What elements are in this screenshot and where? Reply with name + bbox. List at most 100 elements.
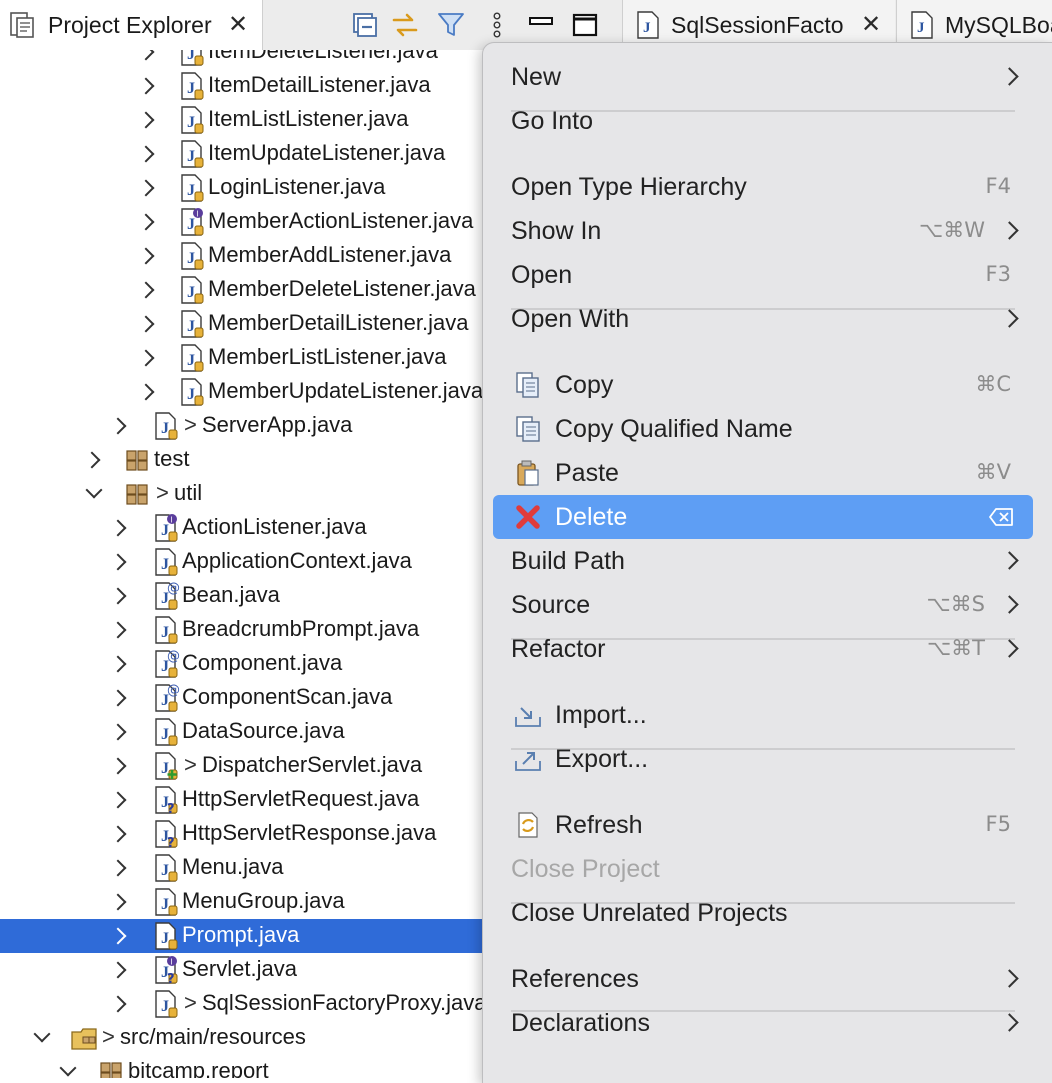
tree-item-label: DispatcherServlet.java [202,752,423,777]
submenu-arrow-icon [1000,595,1019,614]
chevron-right-icon[interactable] [109,995,127,1013]
chevron-right-icon[interactable] [137,77,155,95]
chevron-right-icon[interactable] [109,893,127,911]
close-icon[interactable]: ✕ [228,13,248,37]
menu-item-refactor[interactable]: Refactor ⌥⌘T [483,627,1052,671]
chevron-right-icon[interactable] [109,587,127,605]
chevron-right-icon[interactable] [137,213,155,231]
link-with-editor-icon[interactable] [390,10,420,40]
menu-item-show-in[interactable]: Show In ⌥⌘W [483,209,1052,253]
chevron-right-icon[interactable] [109,927,127,945]
submenu-arrow-icon [1000,969,1019,988]
tree-item-label: HttpServletRequest.java [182,786,420,811]
copy-icon [516,372,539,398]
delete-icon [516,505,540,529]
chevron-right-icon[interactable] [137,281,155,299]
menu-item-open-type-hierarchy[interactable]: Open Type Hierarchy F4 [483,165,1052,209]
menu-item-label: Open Type Hierarchy [511,173,747,201]
java-file-icon: J [155,854,178,882]
chevron-right-icon[interactable] [137,247,155,265]
svg-text:J: J [187,216,195,233]
chevron-right-icon[interactable] [137,349,155,367]
menu-item-open-with[interactable]: Open With [483,297,1052,341]
java-file-icon: J [181,378,204,406]
svg-text:J: J [187,182,195,199]
menu-item-source[interactable]: Source ⌥⌘S [483,583,1052,627]
maximize-icon[interactable] [570,10,600,40]
paste-icon [517,460,539,486]
tree-item-label: DataSource.java [182,718,345,743]
menu-item-close-unrelated-projects[interactable]: Close Unrelated Projects [483,891,1052,935]
chevron-right-icon[interactable] [109,621,127,639]
chevron-right-icon[interactable] [137,111,155,129]
chevron-right-icon[interactable] [109,689,127,707]
chevron-down-icon[interactable] [33,1025,51,1043]
menu-item-export[interactable]: Export... [483,737,1052,781]
java-file-icon: J [181,140,204,168]
menu-item-new[interactable]: New [483,55,1052,99]
chevron-down-icon[interactable] [59,1059,77,1077]
menu-item-label: References [511,965,639,993]
chevron-right-icon[interactable] [83,451,101,469]
chevron-right-icon[interactable] [109,417,127,435]
chevron-right-icon[interactable] [109,961,127,979]
svg-text:J: J [917,20,925,36]
menu-item-label: Close Unrelated Projects [511,899,788,927]
menu-item-label: Copy Qualified Name [555,415,793,443]
filter-icon[interactable] [436,10,466,40]
view-menu-icon[interactable] [482,10,512,40]
project-explorer-tab[interactable]: Project Explorer ✕ [0,0,263,50]
svg-text:J: J [187,80,195,97]
java-file-icon: J [155,922,178,950]
chevron-right-icon[interactable] [109,519,127,537]
menu-item-refresh[interactable]: Refresh F5 [483,803,1052,847]
chevron-right-icon[interactable] [137,50,155,61]
svg-text:?: ? [167,836,175,849]
tree-item-label: ItemListListener.java [208,106,409,131]
chevron-right-icon[interactable] [109,655,127,673]
tree-item-label: SqlSessionFactoryProxy.java [202,990,487,1015]
chevron-right-icon[interactable] [137,383,155,401]
java-file-icon: J [155,616,178,644]
menu-item-copy[interactable]: Copy ⌘C [483,363,1052,407]
delete-key-icon [989,508,1013,526]
menu-item-import[interactable]: Import... [483,693,1052,737]
menu-item-copy-qualified-name[interactable]: Copy Qualified Name [483,407,1052,451]
tree-item-label: MemberActionListener.java [208,208,474,233]
menu-item-references[interactable]: References [483,957,1052,1001]
chevron-down-icon[interactable] [85,481,103,499]
tree-item-label: LoginListener.java [208,174,386,199]
java-file-icon: J [181,174,204,202]
chevron-right-icon[interactable] [137,315,155,333]
minimize-icon[interactable] [526,10,556,40]
submenu-arrow-icon [1000,67,1019,86]
java-file-icon: J [181,310,204,338]
svg-text:J: J [643,20,651,36]
editor-tab-label: SqlSessionFacto [671,12,844,38]
chevron-right-icon[interactable] [109,791,127,809]
chevron-right-icon[interactable] [109,757,127,775]
menu-item-delete[interactable]: Delete [483,495,1052,539]
tree-item-label: ActionListener.java [182,514,367,539]
menu-item-label: Build Path [511,547,625,575]
close-icon[interactable]: ✕ [861,13,881,37]
menu-item-label: Import... [555,701,647,729]
outgoing-change-marker: > [156,480,169,505]
menu-item-paste[interactable]: Paste ⌘V [483,451,1052,495]
chevron-right-icon[interactable] [137,145,155,163]
chevron-right-icon[interactable] [109,723,127,741]
collapse-all-icon[interactable] [350,10,380,40]
menu-item-build-path[interactable]: Build Path [483,539,1052,583]
export-icon [515,752,541,771]
tree-item-label: ServerApp.java [202,412,353,437]
chevron-right-icon[interactable] [109,825,127,843]
menu-item-go-into[interactable]: Go Into [483,99,1052,143]
menu-item-declarations[interactable]: Declarations [483,1001,1052,1045]
tree-item-label: Servlet.java [182,956,297,981]
chevron-right-icon[interactable] [137,179,155,197]
menu-item-open[interactable]: Open F3 [483,253,1052,297]
java-file-unknown-icon: J? [155,786,178,815]
chevron-right-icon[interactable] [109,553,127,571]
chevron-right-icon[interactable] [109,859,127,877]
svg-text:J: J [187,352,195,369]
